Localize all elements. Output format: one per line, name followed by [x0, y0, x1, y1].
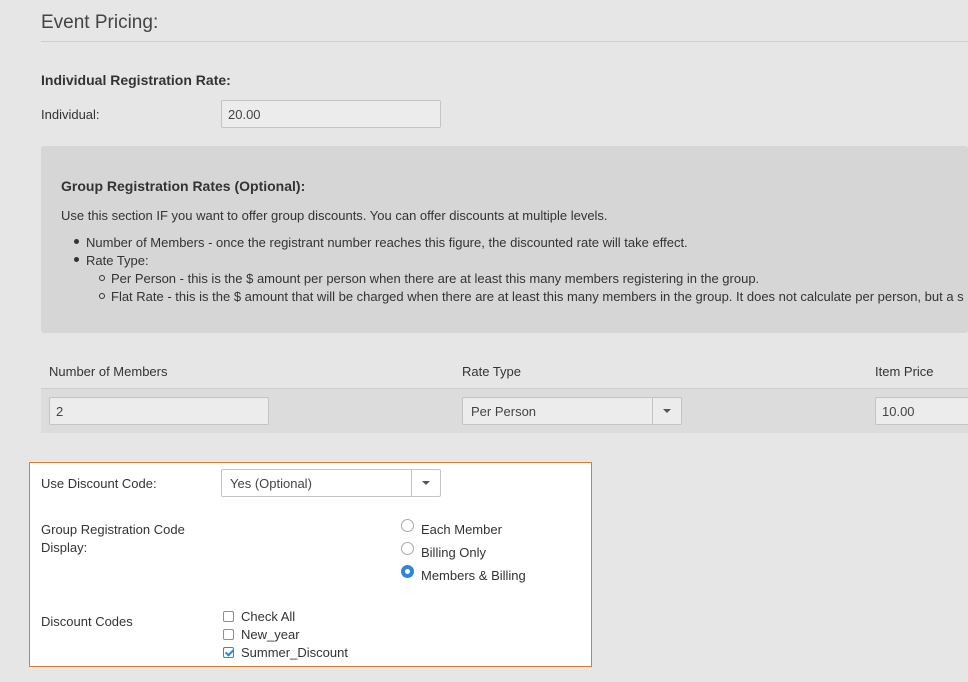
bullet-icon	[74, 239, 79, 244]
caret-down-icon	[663, 409, 671, 413]
rate-type-value: Per Person	[471, 403, 537, 419]
radio-label-members-and-billing[interactable]: Members & Billing	[421, 568, 526, 583]
group-rates-intro: Use this section IF you want to offer gr…	[61, 208, 608, 223]
sub-bullet-icon	[99, 275, 105, 281]
group-rates-heading: Group Registration Rates (Optional):	[61, 178, 306, 194]
checkbox-check-all[interactable]	[223, 611, 234, 622]
bullet-number-of-members: Number of Members - once the registrant …	[86, 235, 688, 250]
code-display-label-line1: Group Registration Code	[41, 522, 185, 537]
code-display-label-line2: Display:	[41, 540, 88, 555]
radio-members-and-billing[interactable]	[401, 565, 414, 578]
use-discount-code-dropdown-button[interactable]	[411, 470, 440, 496]
title-divider	[41, 41, 968, 42]
caret-down-icon	[422, 481, 430, 485]
radio-label-each-member[interactable]: Each Member	[421, 522, 502, 537]
use-discount-code-label: Use Discount Code:	[41, 476, 157, 491]
checkbox-new-year[interactable]	[223, 629, 234, 640]
number-of-members-input[interactable]: 2	[49, 397, 269, 425]
use-discount-code-value: Yes (Optional)	[230, 475, 312, 491]
rate-type-select[interactable]: Per Person	[462, 397, 682, 425]
bullet-icon	[74, 257, 79, 262]
item-price-input[interactable]: 10.00	[875, 397, 968, 425]
radio-billing-only[interactable]	[401, 542, 414, 555]
sub-bullet-flat-rate: Flat Rate - this is the $ amount that wi…	[111, 289, 964, 304]
use-discount-code-select[interactable]: Yes (Optional)	[221, 469, 441, 497]
checkbox-label-summer-discount[interactable]: Summer_Discount	[241, 645, 348, 660]
col-header-rate-type: Rate Type	[462, 364, 522, 379]
individual-rate-heading: Individual Registration Rate:	[41, 72, 231, 88]
individual-rate-input[interactable]: 20.00	[221, 100, 441, 128]
discount-codes-label: Discount Codes	[41, 614, 133, 629]
page-title: Event Pricing:	[41, 12, 159, 33]
checkbox-label-new-year[interactable]: New_year	[241, 627, 300, 642]
individual-label: Individual:	[41, 107, 100, 122]
col-header-number-of-members: Number of Members	[49, 364, 168, 379]
rate-type-dropdown-button[interactable]	[652, 398, 681, 424]
radio-label-billing-only[interactable]: Billing Only	[421, 545, 486, 560]
sub-bullet-per-person: Per Person - this is the $ amount per pe…	[111, 271, 760, 286]
col-header-item-price: Item Price	[875, 364, 934, 379]
bullet-rate-type: Rate Type:	[86, 253, 149, 268]
checkbox-label-check-all[interactable]: Check All	[241, 609, 295, 624]
radio-each-member[interactable]	[401, 519, 414, 532]
sub-bullet-icon	[99, 293, 105, 299]
checkbox-summer-discount[interactable]	[223, 647, 234, 658]
